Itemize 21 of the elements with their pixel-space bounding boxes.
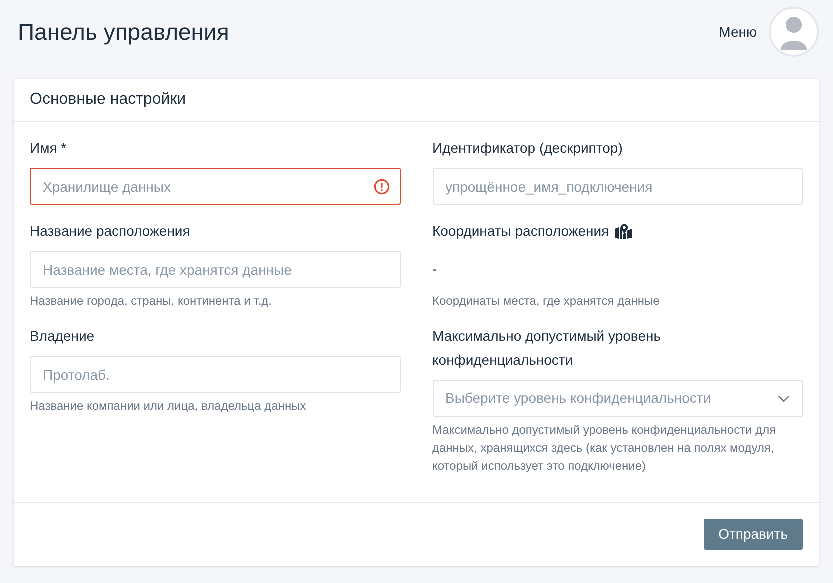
submit-button[interactable]: Отправить xyxy=(704,519,803,550)
map-marker-icon xyxy=(615,224,632,238)
field-label: Координаты расположения xyxy=(432,222,610,241)
field-label: Максимально допустимый уровень конфиденциальности xyxy=(432,327,662,370)
field-hint: Название компании или лица, владельца данных xyxy=(30,398,308,415)
menu-link[interactable]: Меню xyxy=(719,22,757,42)
field-hint: Координаты места, где хранятся данные xyxy=(432,293,661,310)
coordinates-value: - xyxy=(432,260,438,279)
field-label: Владение xyxy=(30,327,95,346)
field-hint: Название города, страны, континента и т.д. xyxy=(30,293,273,310)
avatar[interactable] xyxy=(769,7,819,57)
error-icon xyxy=(374,178,390,194)
field-label: Имя * xyxy=(30,139,67,158)
card-title: Основные настройки xyxy=(30,90,186,110)
field-label: Название расположения xyxy=(30,222,190,241)
text-input[interactable]: Хранилище данных xyxy=(30,168,400,205)
page-title: Панель управления xyxy=(18,18,230,47)
field-label: Идентификатор (дескриптор) xyxy=(432,139,623,158)
select-dropdown[interactable]: Выберите уровень конфиденциальности xyxy=(432,380,803,417)
field-hint: Максимально допустимый уровень конфиденциальности для данных, хранящихся здесь (как установлен на полях модуля, который использует это подключение) xyxy=(432,422,778,475)
chevron-down-icon xyxy=(778,394,790,402)
